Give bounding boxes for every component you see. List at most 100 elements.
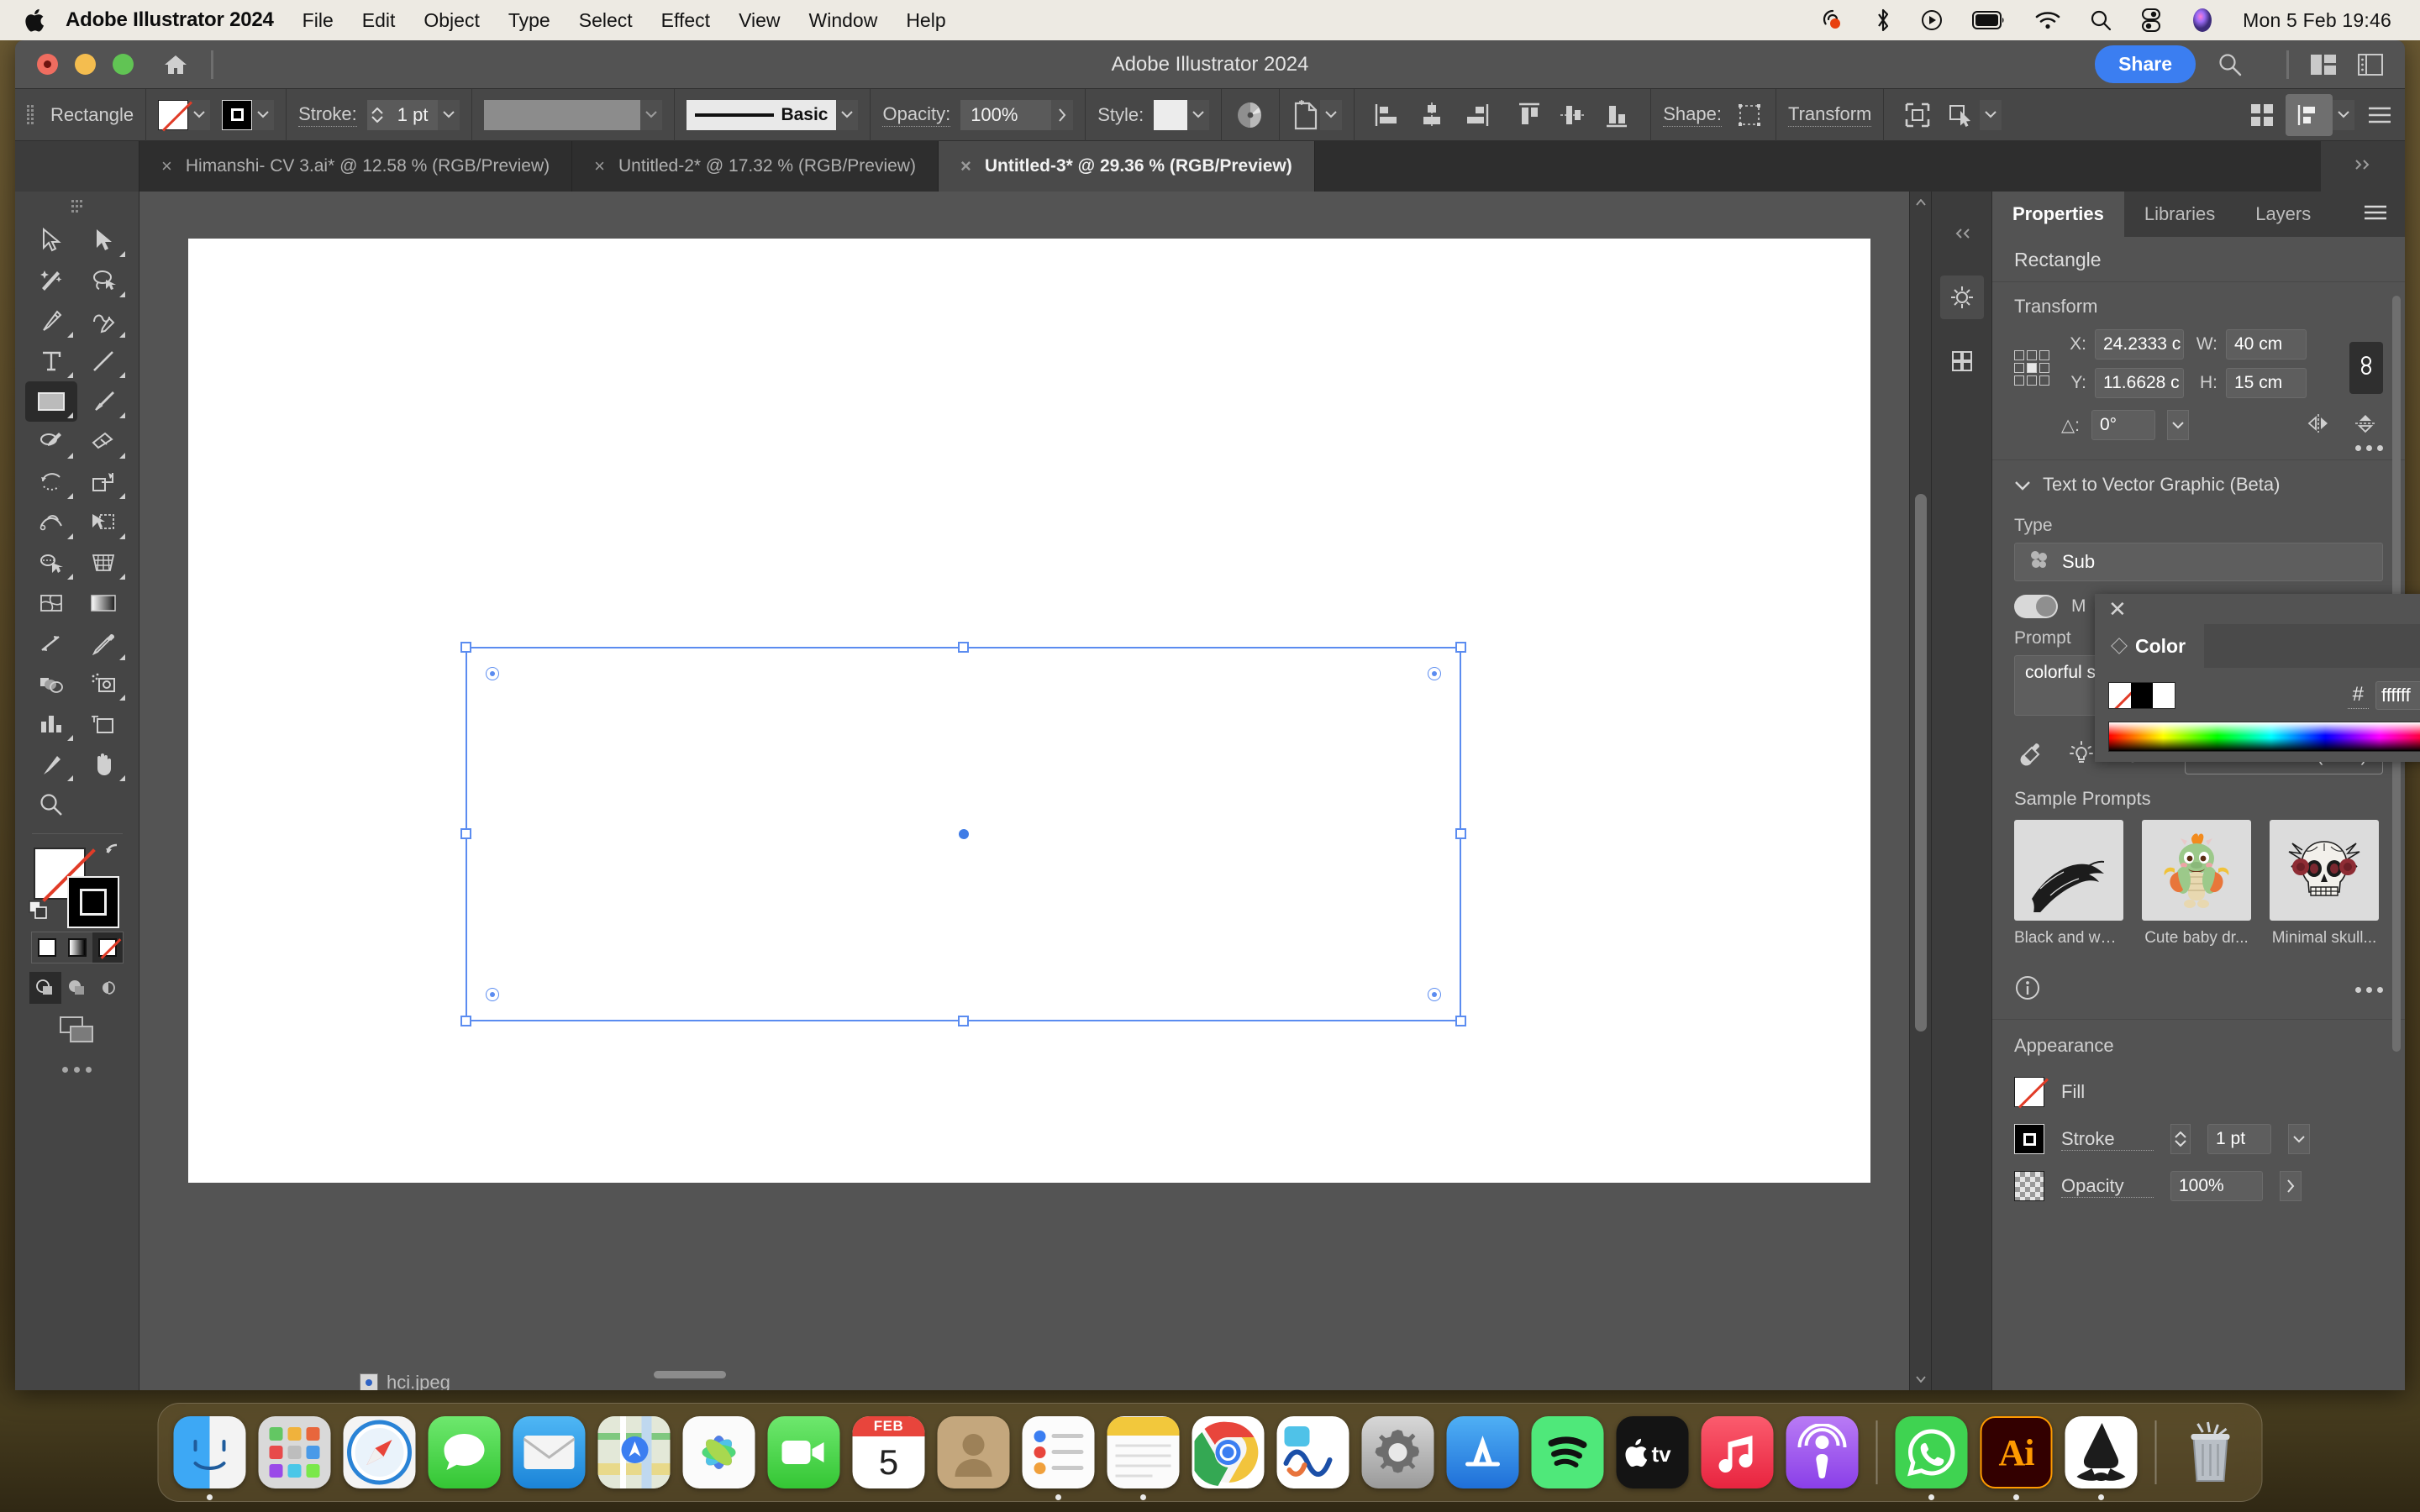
transform-label[interactable]: Transform — [1787, 103, 1872, 127]
selection-handle-bc[interactable] — [957, 1016, 969, 1026]
stroke-weight-value[interactable]: 1 pt — [387, 99, 439, 130]
menu-view[interactable]: View — [739, 9, 780, 32]
width-tool[interactable] — [25, 502, 77, 543]
zoom-tool[interactable] — [25, 785, 77, 825]
slice-tool[interactable] — [25, 744, 77, 785]
home-icon[interactable] — [162, 53, 189, 76]
canvas-scroll-thumb[interactable] — [1915, 494, 1927, 1032]
wifi-icon[interactable] — [2034, 10, 2061, 30]
perspective-grid-tool[interactable] — [77, 543, 129, 583]
libraries-panel-icon[interactable] — [1940, 339, 1984, 383]
blend-tool[interactable] — [25, 664, 77, 704]
tools-panel-grip[interactable] — [71, 200, 83, 213]
artboard[interactable] — [188, 239, 1870, 1183]
dock-item-notes[interactable] — [1107, 1416, 1180, 1500]
stroke-weight-chevron-down-icon[interactable] — [438, 99, 460, 130]
control-bar-grip[interactable] — [27, 102, 35, 128]
spotlight-search-icon[interactable] — [2090, 9, 2112, 31]
constrain-proportions-icon[interactable] — [2349, 342, 2383, 394]
panel-menu-icon[interactable] — [2346, 204, 2405, 225]
stroke-swatch-large[interactable] — [66, 876, 119, 928]
none-mode-icon[interactable] — [92, 932, 123, 963]
opacity-label[interactable]: Opacity: — [882, 103, 951, 127]
edit-toolbar-icon[interactable] — [62, 1067, 92, 1073]
change-screen-mode-icon[interactable] — [59, 1016, 96, 1048]
appearance-opacity-expand-icon[interactable] — [2280, 1171, 2302, 1201]
menu-select[interactable]: Select — [579, 9, 633, 32]
menu-type[interactable]: Type — [508, 9, 550, 32]
tab-layers[interactable]: Layers — [2235, 192, 2331, 237]
corner-radius-widget-br[interactable] — [1428, 988, 1441, 1001]
canvas-vertical-scrollbar[interactable] — [1909, 192, 1931, 1390]
align-bottom-icon[interactable] — [1595, 101, 1639, 129]
flip-vertical-icon[interactable] — [2353, 412, 2378, 438]
opacity-value[interactable]: 100% — [960, 99, 1052, 130]
align-panel-icon[interactable] — [2286, 93, 2333, 136]
gradient-tool[interactable] — [77, 583, 129, 623]
column-graph-tool[interactable] — [25, 704, 77, 744]
select-similar-objects-icon[interactable] — [1939, 101, 1980, 129]
none-swatch[interactable] — [2109, 683, 2131, 708]
eyedropper-reference-icon[interactable] — [2014, 740, 2043, 771]
dock-item-calendar[interactable]: FEB 5 — [852, 1416, 925, 1488]
document-setup-icon[interactable] — [1292, 98, 1320, 132]
brush-definition-field[interactable]: Basic — [687, 99, 837, 130]
fill-color-swatch[interactable] — [158, 99, 189, 130]
siri-icon[interactable] — [2191, 7, 2214, 34]
selection-handle-br[interactable] — [1455, 1016, 1466, 1026]
menu-file[interactable]: File — [302, 9, 334, 32]
corner-radius-widget-tr[interactable] — [1428, 667, 1441, 680]
shape-options-icon[interactable] — [1735, 101, 1764, 129]
menu-effect[interactable]: Effect — [661, 9, 710, 32]
tabbar-expand-icon[interactable] — [2354, 158, 2372, 176]
arrange-documents-icon[interactable] — [2311, 54, 2336, 75]
battery-icon[interactable] — [1972, 11, 2006, 29]
dock-item-facetime[interactable] — [767, 1416, 840, 1488]
w-input[interactable]: 40 cm — [2226, 329, 2307, 360]
close-icon[interactable]: ✕ — [2095, 594, 2420, 624]
appearance-stroke-chevron-icon[interactable] — [2288, 1124, 2310, 1154]
dock-item-freeform[interactable] — [1276, 1416, 1349, 1488]
info-icon[interactable] — [2014, 974, 2041, 1005]
fill-chevron-down-icon[interactable] — [188, 99, 211, 130]
default-fill-stroke-icon[interactable] — [28, 900, 50, 927]
stroke-color-swatch[interactable] — [222, 99, 253, 130]
apple-logo-icon[interactable] — [22, 6, 47, 34]
y-input[interactable]: 11.6628 c — [2095, 368, 2184, 398]
appearance-opacity-swatch[interactable] — [2014, 1171, 2044, 1201]
close-tab-icon-1[interactable]: × — [161, 155, 172, 177]
variable-width-chevron-down-icon[interactable] — [640, 99, 663, 130]
shape-label[interactable]: Shape: — [1663, 103, 1722, 127]
appearance-stroke-label[interactable]: Stroke — [2061, 1128, 2154, 1151]
rotate-tool[interactable] — [25, 462, 77, 502]
lasso-tool[interactable] — [77, 260, 129, 301]
document-tab-2[interactable]: × Untitled-2* @ 17.32 % (RGB/Preview) — [572, 141, 939, 192]
rectangle-tool[interactable] — [24, 381, 77, 422]
align-right-icon[interactable] — [1454, 101, 1497, 129]
dock-item-adobe-illustrator[interactable]: Ai — [1980, 1416, 2053, 1500]
dock-item-messages[interactable] — [428, 1416, 501, 1488]
bluetooth-icon[interactable] — [1875, 8, 1891, 33]
dock-item-system-settings[interactable] — [1361, 1416, 1434, 1488]
brush-chevron-down-icon[interactable] — [836, 99, 859, 130]
stroke-weight-label[interactable]: Stroke: — [298, 103, 357, 127]
white-swatch[interactable] — [2153, 683, 2175, 708]
maximize-window-button[interactable] — [113, 54, 134, 75]
scroll-down-icon[interactable] — [1910, 1368, 1931, 1390]
selection-handle-tr[interactable] — [1455, 642, 1466, 653]
downloaded-file-chip[interactable]: hci.jpeg — [360, 1372, 450, 1390]
properties-panel-icon[interactable] — [1939, 276, 1984, 319]
recolor-artwork-icon[interactable] — [1234, 98, 1267, 132]
sample-prompt-2[interactable]: Cute baby dr... — [2142, 820, 2251, 948]
more-transform-options-icon[interactable] — [2355, 445, 2383, 451]
artboard-tool[interactable] — [77, 704, 129, 744]
pen-tool[interactable] — [25, 301, 77, 341]
line-segment-tool[interactable] — [77, 341, 129, 381]
color-panel-tab[interactable]: Color — [2095, 624, 2205, 668]
reference-point-selector[interactable] — [2014, 350, 2049, 386]
selection-handle-bl[interactable] — [460, 1016, 471, 1026]
align-center-horizontal-icon[interactable] — [1410, 101, 1454, 129]
swap-fill-stroke-icon[interactable] — [104, 841, 126, 864]
shape-builder-tool[interactable] — [25, 543, 77, 583]
appearance-stroke-weight[interactable]: 1 pt — [2207, 1124, 2271, 1154]
